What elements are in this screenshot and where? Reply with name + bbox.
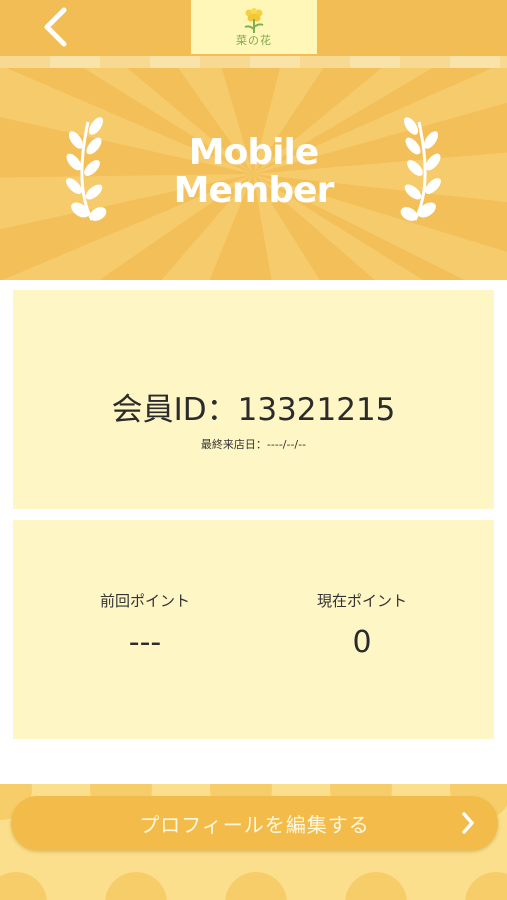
laurel-right-icon	[400, 117, 441, 221]
previous-points-value: ---	[128, 625, 162, 660]
app-header: 菜の花	[0, 0, 507, 56]
chevron-left-icon	[44, 7, 67, 47]
last-visit-date: 最終来店日：----/--/--	[200, 438, 307, 451]
member-content: 会員ID：13321215 最終来店日：----/--/-- 前回ポイント --…	[0, 280, 507, 784]
current-points: 現在ポイント 0	[262, 590, 462, 660]
points-card: 前回ポイント --- 現在ポイント 0	[13, 520, 494, 739]
shop-logo: 菜の花	[191, 0, 317, 54]
rapeseed-flower-icon	[244, 8, 264, 33]
header-stripe	[0, 56, 507, 68]
back-button[interactable]	[30, 4, 80, 50]
current-points-value: 0	[352, 625, 372, 660]
edit-profile-button[interactable]: プロフィールを編集する	[11, 796, 498, 850]
current-points-label: 現在ポイント	[316, 592, 407, 610]
member-id-card: 会員ID：13321215 最終来店日：----/--/--	[13, 290, 494, 509]
previous-points-label: 前回ポイント	[99, 592, 190, 610]
member-id: 会員ID：13321215	[111, 392, 396, 428]
logo-text: 菜の花	[236, 34, 272, 47]
chevron-right-icon	[462, 812, 474, 834]
hero-banner: Mobile Member	[0, 68, 507, 280]
previous-points: 前回ポイント ---	[45, 590, 245, 660]
edit-profile-label: プロフィールを編集する	[139, 812, 370, 837]
